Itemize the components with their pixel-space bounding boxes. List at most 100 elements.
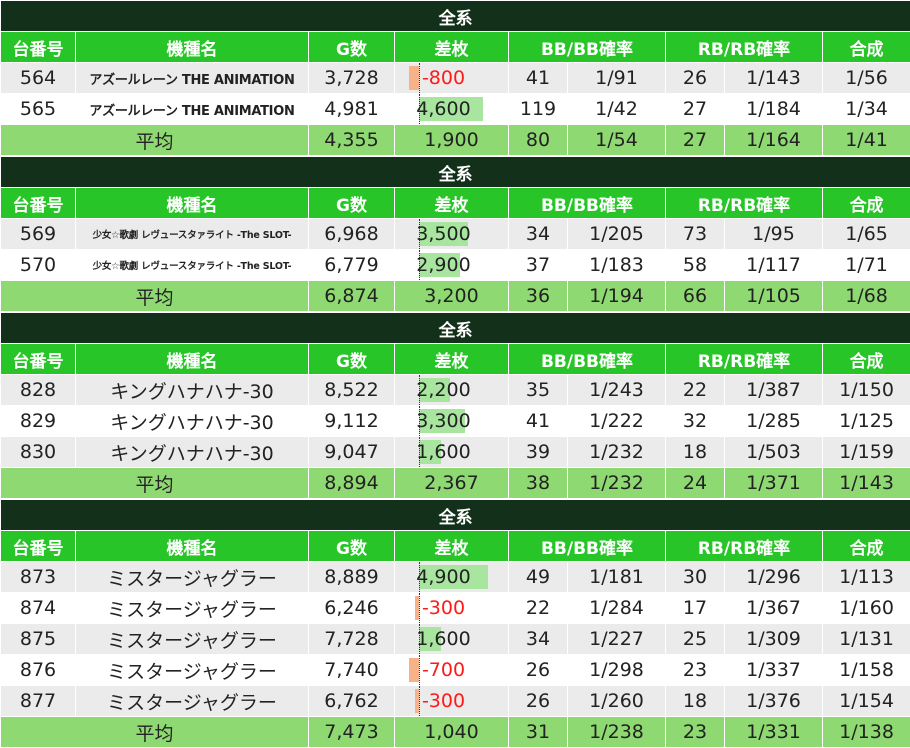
machine-number: 570: [1, 250, 76, 281]
header-rb[interactable]: RB/RB確率: [666, 188, 823, 219]
average-rb-rate: 1/331: [725, 717, 823, 748]
header-bb[interactable]: BB/BB確率: [509, 32, 666, 63]
average-difference: 1,040: [395, 717, 509, 748]
machine-group-table: 全系台番号機種名G数差枚BB/BB確率RB/RB確率合成569少女☆歌劇 レヴュ…: [0, 156, 910, 312]
table-row[interactable]: 873ミスタージャグラー8,8894,900491/181301/2961/11…: [1, 562, 910, 593]
table-header-row: 台番号機種名G数差枚BB/BB確率RB/RB確率合成: [1, 188, 910, 219]
header-bb[interactable]: BB/BB確率: [509, 531, 666, 562]
bb-count: 41: [509, 63, 568, 94]
machine-name[interactable]: ミスタージャグラー: [76, 593, 309, 624]
average-bb-rate: 1/54: [568, 125, 666, 156]
average-bb: 38: [509, 468, 568, 499]
bb-count: 37: [509, 250, 568, 281]
machine-name[interactable]: キングハナハナ-30: [76, 375, 309, 406]
machine-name[interactable]: 少女☆歌劇 レヴュースタァライト -The SLOT-: [76, 250, 309, 281]
header-games[interactable]: G数: [309, 188, 395, 219]
machine-name[interactable]: アズールレーン THE ANIMATION: [76, 63, 309, 94]
bb-rate: 1/181: [568, 562, 666, 593]
table-row[interactable]: 876ミスタージャグラー7,740-700261/298231/3371/158: [1, 655, 910, 686]
machine-name[interactable]: ミスタージャグラー: [76, 562, 309, 593]
table-row[interactable]: 564アズールレーン THE ANIMATION3,728-800411/912…: [1, 63, 910, 94]
header-machine-number[interactable]: 台番号: [1, 188, 76, 219]
header-total[interactable]: 合成: [823, 344, 910, 375]
difference-value: 4,600: [416, 98, 470, 120]
header-difference[interactable]: 差枚: [395, 344, 509, 375]
average-bb: 36: [509, 281, 568, 312]
header-machine-name[interactable]: 機種名: [76, 531, 309, 562]
header-difference[interactable]: 差枚: [395, 188, 509, 219]
machine-name[interactable]: ミスタージャグラー: [76, 686, 309, 717]
header-machine-number[interactable]: 台番号: [1, 344, 76, 375]
bb-rate: 1/91: [568, 63, 666, 94]
header-total[interactable]: 合成: [823, 531, 910, 562]
group-title-row: 全系: [1, 157, 910, 188]
bb-count: 22: [509, 593, 568, 624]
rb-count: 26: [666, 63, 725, 94]
difference-cell: -700: [395, 655, 509, 686]
header-games[interactable]: G数: [309, 32, 395, 63]
rb-rate: 1/309: [725, 624, 823, 655]
table-row[interactable]: 569少女☆歌劇 レヴュースタァライト -The SLOT-6,9683,500…: [1, 219, 910, 250]
header-games[interactable]: G数: [309, 531, 395, 562]
header-difference[interactable]: 差枚: [395, 32, 509, 63]
average-difference: 1,900: [395, 125, 509, 156]
header-difference[interactable]: 差枚: [395, 531, 509, 562]
average-combined-rate: 1/68: [823, 281, 910, 312]
average-label: 平均: [1, 281, 309, 312]
machine-name[interactable]: 少女☆歌劇 レヴュースタァライト -The SLOT-: [76, 219, 309, 250]
table-row[interactable]: 570少女☆歌劇 レヴュースタァライト -The SLOT-6,7792,900…: [1, 250, 910, 281]
bb-rate: 1/298: [568, 655, 666, 686]
header-rb[interactable]: RB/RB確率: [666, 344, 823, 375]
table-header-row: 台番号機種名G数差枚BB/BB確率RB/RB確率合成: [1, 531, 910, 562]
game-count: 6,762: [309, 686, 395, 717]
combined-rate: 1/159: [823, 437, 910, 468]
difference-cell: 2,200: [395, 375, 509, 406]
table-row[interactable]: 830キングハナハナ-309,0471,600391/232181/5031/1…: [1, 437, 910, 468]
header-rb[interactable]: RB/RB確率: [666, 531, 823, 562]
average-difference: 3,200: [395, 281, 509, 312]
rb-count: 73: [666, 219, 725, 250]
group-title: 全系: [1, 500, 910, 531]
table-row[interactable]: 875ミスタージャグラー7,7281,600341/227251/3091/13…: [1, 624, 910, 655]
header-total[interactable]: 合成: [823, 32, 910, 63]
table-row[interactable]: 874ミスタージャグラー6,246-300221/284171/3671/160: [1, 593, 910, 624]
header-machine-number[interactable]: 台番号: [1, 32, 76, 63]
combined-rate: 1/160: [823, 593, 910, 624]
table-row[interactable]: 565アズールレーン THE ANIMATION4,9814,6001191/4…: [1, 94, 910, 125]
average-rb-rate: 1/371: [725, 468, 823, 499]
machine-name[interactable]: キングハナハナ-30: [76, 406, 309, 437]
machine-group-table: 全系台番号機種名G数差枚BB/BB確率RB/RB確率合成873ミスタージャグラー…: [0, 499, 910, 748]
group-title: 全系: [1, 1, 910, 32]
difference-cell: -800: [395, 63, 509, 94]
machine-number: 569: [1, 219, 76, 250]
average-rb: 66: [666, 281, 725, 312]
table-row[interactable]: 828キングハナハナ-308,5222,200351/243221/3871/1…: [1, 375, 910, 406]
average-games: 4,355: [309, 125, 395, 156]
rb-rate: 1/184: [725, 94, 823, 125]
difference-cell: 4,600: [395, 94, 509, 125]
header-bb[interactable]: BB/BB確率: [509, 188, 666, 219]
header-total[interactable]: 合成: [823, 188, 910, 219]
header-machine-name[interactable]: 機種名: [76, 344, 309, 375]
table-row[interactable]: 877ミスタージャグラー6,762-300261/260181/3761/154: [1, 686, 910, 717]
difference-value: 1,600: [416, 628, 470, 650]
header-machine-name[interactable]: 機種名: [76, 32, 309, 63]
header-bb[interactable]: BB/BB確率: [509, 344, 666, 375]
machine-group-table: 全系台番号機種名G数差枚BB/BB確率RB/RB確率合成564アズールレーン T…: [0, 0, 910, 156]
header-machine-number[interactable]: 台番号: [1, 531, 76, 562]
header-games[interactable]: G数: [309, 344, 395, 375]
machine-name[interactable]: ミスタージャグラー: [76, 624, 309, 655]
average-label: 平均: [1, 125, 309, 156]
average-rb: 23: [666, 717, 725, 748]
table-row[interactable]: 829キングハナハナ-309,1123,300411/222321/2851/1…: [1, 406, 910, 437]
average-games: 6,874: [309, 281, 395, 312]
combined-rate: 1/125: [823, 406, 910, 437]
header-rb[interactable]: RB/RB確率: [666, 32, 823, 63]
machine-name[interactable]: ミスタージャグラー: [76, 655, 309, 686]
header-machine-name[interactable]: 機種名: [76, 188, 309, 219]
average-row: 平均6,8743,200361/194661/1051/68: [1, 281, 910, 312]
difference-cell: -300: [395, 593, 509, 624]
machine-name[interactable]: アズールレーン THE ANIMATION: [76, 94, 309, 125]
bb-rate: 1/260: [568, 686, 666, 717]
machine-name[interactable]: キングハナハナ-30: [76, 437, 309, 468]
